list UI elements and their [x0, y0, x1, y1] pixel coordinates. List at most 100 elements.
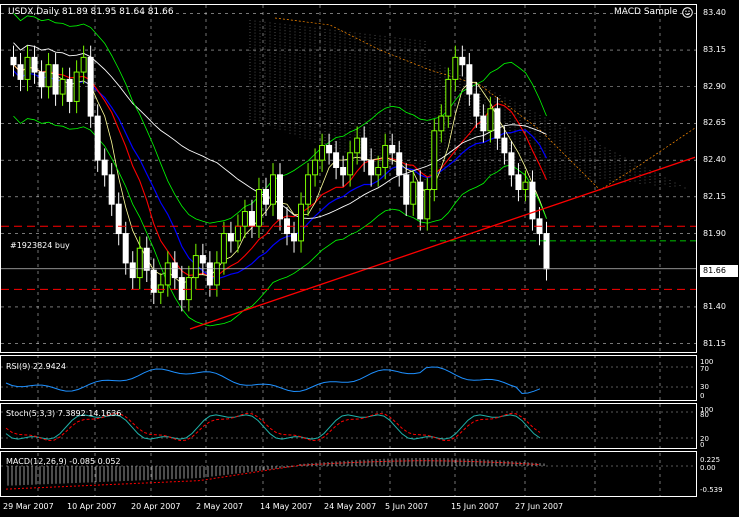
- candle-body: [403, 174, 410, 205]
- candle-body: [410, 181, 417, 205]
- candle-body: [312, 159, 319, 176]
- macd-title: MACD(12,26,9) -0.085 0.052: [6, 457, 121, 466]
- candles: [10, 45, 550, 312]
- rsi-title: RSI(9) 22.9424: [6, 362, 66, 371]
- date-tick-label: 29 Mar 2007: [3, 502, 54, 511]
- candle-body: [164, 262, 171, 286]
- candle-body: [466, 64, 473, 95]
- date-tick-label: 10 Apr 2007: [67, 502, 117, 511]
- candle-body: [115, 203, 122, 235]
- candle-body: [31, 56, 38, 73]
- expert-name[interactable]: MACD Sample: [614, 7, 678, 17]
- candle-body: [122, 233, 129, 264]
- candle-body: [129, 262, 136, 279]
- price-tick-label: 81.40: [703, 301, 726, 311]
- candle-body: [73, 71, 80, 102]
- trade-label[interactable]: #1923824 buy: [10, 240, 70, 251]
- candle-body: [459, 56, 466, 66]
- candle-body: [241, 211, 248, 227]
- candle-body: [326, 144, 333, 154]
- candle-body: [340, 166, 347, 176]
- rsi-line: [5, 366, 541, 395]
- candle-body: [382, 144, 389, 168]
- date-tick-label: 27 Jun 2007: [515, 502, 564, 511]
- candle-body: [487, 108, 494, 132]
- candle-body: [143, 247, 150, 271]
- candle-body: [213, 262, 220, 286]
- overlays: [1, 156, 696, 330]
- date-tick-label: 2 May 2007: [196, 502, 244, 511]
- stoch-title: Stoch(5,3,3) 7.3892 14.1636: [6, 409, 122, 418]
- candle-body: [206, 262, 213, 286]
- candle-body: [473, 93, 480, 117]
- candle-body: [192, 255, 199, 279]
- sub-indicators: [1, 366, 696, 490]
- candle-body: [108, 174, 115, 205]
- candle-body: [269, 174, 276, 205]
- price-tick-label: 82.40: [703, 155, 726, 165]
- candle-body: [220, 233, 227, 264]
- candle-body: [150, 269, 157, 293]
- price-tick-label: 82.15: [703, 191, 726, 201]
- ohlc-text: 81.89 81.95 81.64 81.66: [61, 7, 174, 17]
- current-price-tag: 81.66: [700, 265, 738, 277]
- panel-level-label: -0.539: [700, 486, 723, 494]
- candle-body: [10, 56, 17, 66]
- panel-level-label: 80: [700, 411, 709, 419]
- candle-body: [417, 181, 424, 220]
- price-tick-label: 83.40: [703, 8, 726, 18]
- candle-body: [87, 56, 94, 117]
- candle-body: [438, 115, 445, 132]
- candle-body: [262, 189, 269, 205]
- candle-body: [452, 56, 459, 80]
- price-chart[interactable]: [0, 0, 739, 517]
- candle-body: [17, 64, 24, 80]
- date-tick-label: 15 Jun 2007: [451, 502, 500, 511]
- candle-body: [431, 130, 438, 191]
- candle-body: [361, 137, 368, 161]
- candle-body: [24, 56, 31, 80]
- candle-body: [494, 108, 501, 139]
- candle-body: [291, 233, 298, 242]
- candle-body: [396, 152, 403, 176]
- candle-body: [38, 71, 45, 88]
- candle-body: [298, 203, 305, 242]
- panel-level-label: 0: [700, 392, 705, 400]
- candle-body: [368, 159, 375, 176]
- candle-body: [199, 255, 206, 264]
- date-tick-label: 20 Apr 2007: [131, 502, 181, 511]
- candle-body: [347, 152, 354, 176]
- price-tick-label: 83.15: [703, 45, 726, 55]
- price-tick-label: 82.90: [703, 81, 726, 91]
- smiley-icon[interactable]: [682, 7, 693, 18]
- candle-body: [277, 174, 283, 220]
- candle-body: [255, 189, 262, 227]
- candle-body: [480, 115, 487, 132]
- candle-body: [178, 277, 185, 301]
- candle-body: [515, 174, 522, 191]
- symbol-label: USDX,Daily 81.89 81.95 81.64 81.66: [8, 7, 174, 18]
- candle-body: [501, 137, 508, 154]
- candle-body: [52, 64, 59, 95]
- candle-body: [136, 247, 143, 279]
- rsi-panel-frame: [0, 355, 697, 401]
- candle-body: [445, 78, 452, 117]
- candle-body: [305, 174, 312, 205]
- candle-body: [333, 152, 340, 168]
- candle-body: [508, 152, 515, 176]
- candle-body: [94, 115, 101, 161]
- candle-body: [354, 137, 361, 154]
- candle-body: [66, 78, 73, 102]
- candle-body: [234, 225, 241, 242]
- candle-body: [185, 277, 192, 301]
- candle-body: [319, 144, 326, 161]
- candle-body: [248, 211, 255, 227]
- candle-body: [157, 284, 164, 293]
- candle-body: [424, 189, 431, 220]
- date-tick-label: 5 Jun 2007: [385, 502, 429, 511]
- date-tick-label: 14 May 2007: [260, 502, 313, 511]
- candle-body: [59, 78, 66, 95]
- panel-level-label: 0: [700, 441, 705, 449]
- date-tick-label: 24 May 2007: [324, 502, 377, 511]
- symbol-text: USDX,Daily: [8, 7, 60, 17]
